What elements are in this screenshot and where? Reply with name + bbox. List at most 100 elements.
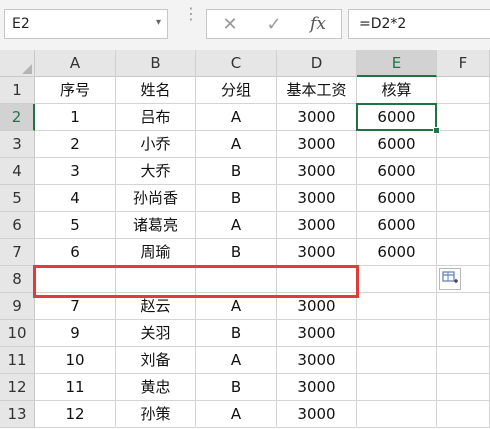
row-header-5[interactable]: 5 xyxy=(0,185,35,212)
cell-b1[interactable]: 姓名 xyxy=(116,77,196,104)
cell-e10[interactable] xyxy=(357,320,437,347)
cell-f7[interactable] xyxy=(437,239,490,266)
cell-e5[interactable]: 6000 xyxy=(357,185,437,212)
cell-f11[interactable] xyxy=(437,347,490,374)
cell-d2[interactable]: 3000 xyxy=(277,104,357,131)
column-header-b[interactable]: B xyxy=(116,50,196,77)
cell-b4[interactable]: 大乔 xyxy=(116,158,196,185)
cancel-icon[interactable]: ✕ xyxy=(215,14,245,36)
cell-d1[interactable]: 基本工资 xyxy=(277,77,357,104)
cell-f5[interactable] xyxy=(437,185,490,212)
cell-c5[interactable]: B xyxy=(196,185,277,212)
row-header-7[interactable]: 7 xyxy=(0,239,35,266)
cell-a2[interactable]: 1 xyxy=(35,104,116,131)
cell-e3[interactable]: 6000 xyxy=(357,131,437,158)
cell-d10[interactable]: 3000 xyxy=(277,320,357,347)
cell-b5[interactable]: 孙尚香 xyxy=(116,185,196,212)
cell-b3[interactable]: 小乔 xyxy=(116,131,196,158)
cell-a7[interactable]: 6 xyxy=(35,239,116,266)
cell-d5[interactable]: 3000 xyxy=(277,185,357,212)
cell-c6[interactable]: A xyxy=(196,212,277,239)
cell-a10[interactable]: 9 xyxy=(35,320,116,347)
fill-handle[interactable] xyxy=(433,127,440,134)
row-header-1[interactable]: 1 xyxy=(0,77,35,104)
cell-b11[interactable]: 刘备 xyxy=(116,347,196,374)
row-header-3[interactable]: 3 xyxy=(0,131,35,158)
cell-e7[interactable]: 6000 xyxy=(357,239,437,266)
column-header-a[interactable]: A xyxy=(35,50,116,77)
row-header-13[interactable]: 13 xyxy=(0,401,35,428)
cell-f2[interactable] xyxy=(437,104,490,131)
cell-e8[interactable] xyxy=(357,266,437,293)
cell-b12[interactable]: 黄忠 xyxy=(116,374,196,401)
cell-d7[interactable]: 3000 xyxy=(277,239,357,266)
cell-d11[interactable]: 3000 xyxy=(277,347,357,374)
row-header-11[interactable]: 11 xyxy=(0,347,35,374)
cell-f6[interactable] xyxy=(437,212,490,239)
cell-c12[interactable]: B xyxy=(196,374,277,401)
name-box[interactable]: E2 ▾ xyxy=(4,9,168,39)
cell-f3[interactable] xyxy=(437,131,490,158)
column-header-e[interactable]: E xyxy=(357,50,437,77)
cell-c2[interactable]: A xyxy=(196,104,277,131)
paste-options-icon[interactable] xyxy=(439,268,461,290)
cell-a11[interactable]: 10 xyxy=(35,347,116,374)
select-all-button[interactable] xyxy=(0,50,35,77)
chevron-down-icon[interactable]: ▾ xyxy=(156,17,161,28)
insert-function-icon[interactable]: fx xyxy=(303,14,333,36)
cell-f12[interactable] xyxy=(437,374,490,401)
cell-a4[interactable]: 3 xyxy=(35,158,116,185)
cell-e4[interactable]: 6000 xyxy=(357,158,437,185)
cell-b13[interactable]: 孙策 xyxy=(116,401,196,428)
cell-c7[interactable]: B xyxy=(196,239,277,266)
cell-a3[interactable]: 2 xyxy=(35,131,116,158)
cell-d13[interactable]: 3000 xyxy=(277,401,357,428)
select-all-icon xyxy=(22,64,32,74)
cell-b6[interactable]: 诸葛亮 xyxy=(116,212,196,239)
drag-handle-icon[interactable]: ⋮ xyxy=(183,6,199,22)
row-header-9[interactable]: 9 xyxy=(0,293,35,320)
row-header-4[interactable]: 4 xyxy=(0,158,35,185)
column-header-d[interactable]: D xyxy=(277,50,357,77)
formula-bar[interactable]: =D2*2 xyxy=(348,9,490,39)
cell-c1[interactable]: 分组 xyxy=(196,77,277,104)
cell-e12[interactable] xyxy=(357,374,437,401)
cell-a5[interactable]: 4 xyxy=(35,185,116,212)
column-header-f[interactable]: F xyxy=(437,50,490,77)
cell-c13[interactable]: A xyxy=(196,401,277,428)
cell-c4[interactable]: B xyxy=(196,158,277,185)
cell-a1[interactable]: 序号 xyxy=(35,77,116,104)
cell-a12[interactable]: 11 xyxy=(35,374,116,401)
cell-e6[interactable]: 6000 xyxy=(357,212,437,239)
cell-f9[interactable] xyxy=(437,293,490,320)
cell-c11[interactable]: A xyxy=(196,347,277,374)
cell-e13[interactable] xyxy=(357,401,437,428)
column-header-c[interactable]: C xyxy=(196,50,277,77)
cell-c3[interactable]: A xyxy=(196,131,277,158)
row-header-8[interactable]: 8 xyxy=(0,266,35,293)
formula-toolbar: E2 ▾ ⋮ ✕ ✓ fx =D2*2 xyxy=(0,0,490,50)
cell-f1[interactable] xyxy=(437,77,490,104)
cell-b2[interactable]: 吕布 xyxy=(116,104,196,131)
cell-f13[interactable] xyxy=(437,401,490,428)
cell-b7[interactable]: 周瑜 xyxy=(116,239,196,266)
cell-b10[interactable]: 关羽 xyxy=(116,320,196,347)
enter-icon[interactable]: ✓ xyxy=(259,14,289,36)
cell-a13[interactable]: 12 xyxy=(35,401,116,428)
row-header-6[interactable]: 6 xyxy=(0,212,35,239)
row-header-12[interactable]: 12 xyxy=(0,374,35,401)
cell-a6[interactable]: 5 xyxy=(35,212,116,239)
cell-e1[interactable]: 核算 xyxy=(357,77,437,104)
cell-e9[interactable] xyxy=(357,293,437,320)
cell-d3[interactable]: 3000 xyxy=(277,131,357,158)
cell-f4[interactable] xyxy=(437,158,490,185)
row-header-10[interactable]: 10 xyxy=(0,320,35,347)
row-header-2[interactable]: 2 xyxy=(0,104,35,131)
cell-d12[interactable]: 3000 xyxy=(277,374,357,401)
cell-d6[interactable]: 3000 xyxy=(277,212,357,239)
cell-e11[interactable] xyxy=(357,347,437,374)
paste-options-glyph xyxy=(442,271,458,283)
cell-c10[interactable]: B xyxy=(196,320,277,347)
cell-d4[interactable]: 3000 xyxy=(277,158,357,185)
cell-f10[interactable] xyxy=(437,320,490,347)
